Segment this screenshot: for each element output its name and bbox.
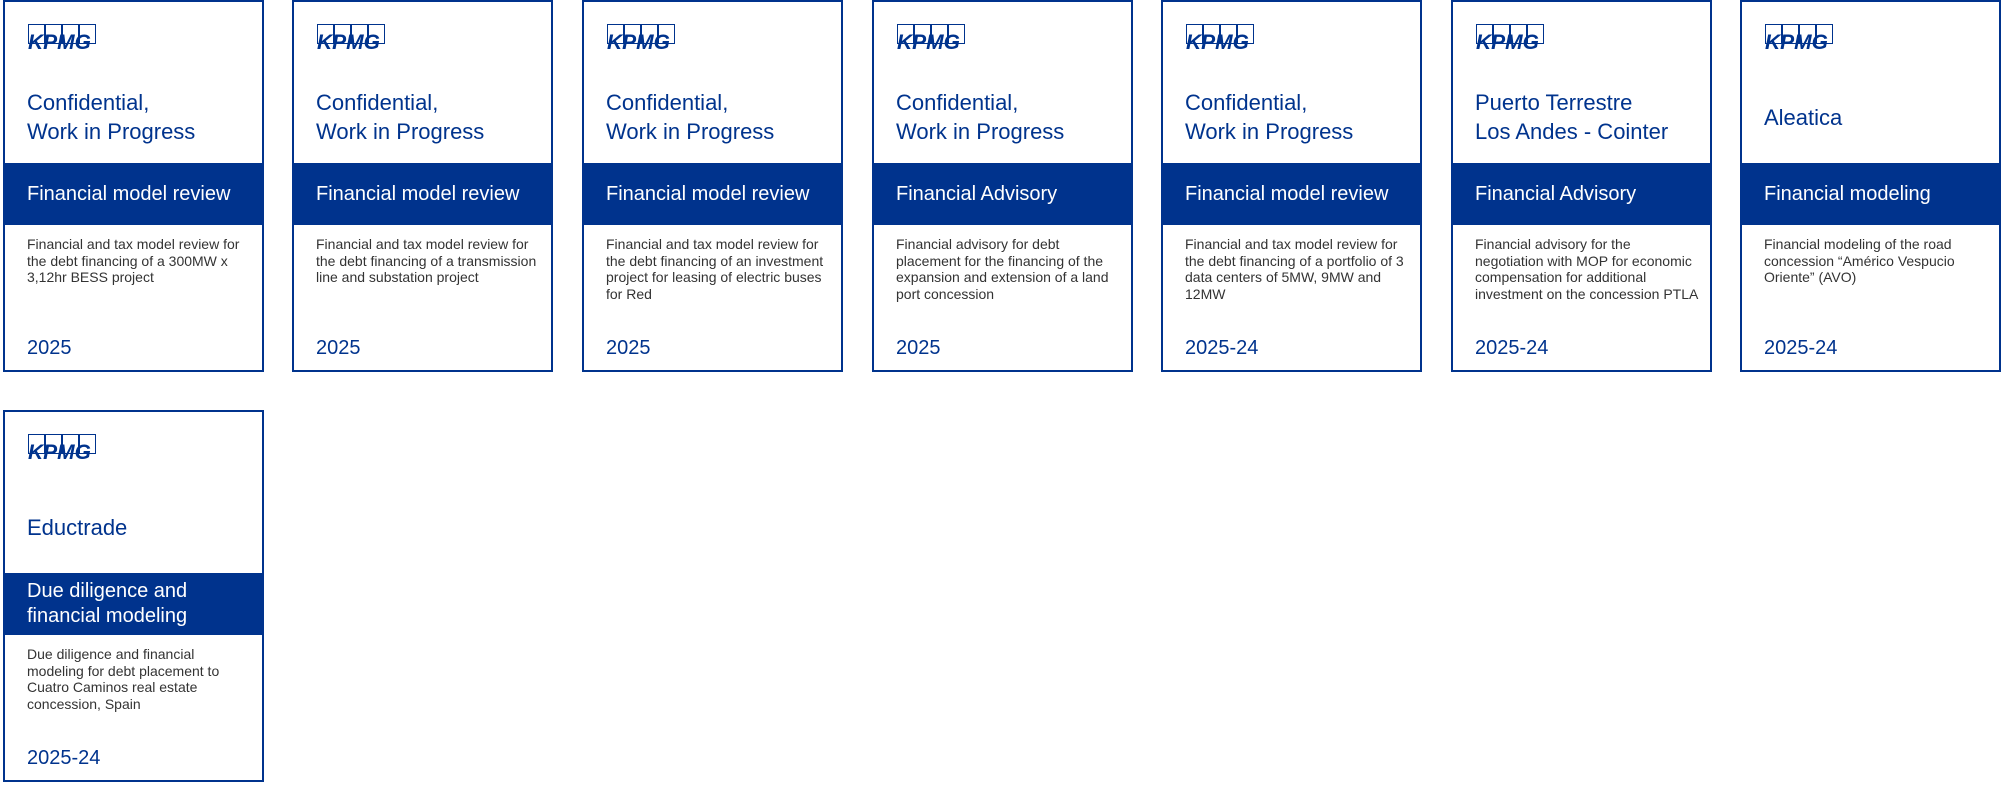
credential-card: KPMG Confidential, Work in Progress Fina… <box>1161 0 1422 372</box>
kpmg-wordmark: KPMG <box>28 441 91 464</box>
project-description: Financial and tax model review for the d… <box>316 236 537 285</box>
kpmg-wordmark: KPMG <box>1765 31 1828 54</box>
client-name: Eductrade <box>27 514 128 540</box>
client-name: Confidential, Work in Progress <box>316 90 485 144</box>
service-banner: Financial modeling <box>1742 163 1999 225</box>
project-year: 2025-24 <box>1764 337 1838 359</box>
project-year: 2025 <box>896 337 941 359</box>
project-year: 2025 <box>606 337 651 359</box>
credential-card: KPMG Confidential, Work in Progress Fina… <box>3 0 264 372</box>
service-banner: Financial model review <box>584 163 841 225</box>
kpmg-logo: KPMG <box>28 432 104 470</box>
service-banner: Financial model review <box>5 163 262 225</box>
credential-card: KPMG Confidential, Work in Progress Fina… <box>872 0 1133 372</box>
project-year: 2025-24 <box>1185 337 1259 359</box>
kpmg-wordmark: KPMG <box>1476 31 1539 54</box>
kpmg-wordmark: KPMG <box>607 31 670 54</box>
service-banner: Financial Advisory <box>874 163 1131 225</box>
project-description: Financial advisory for debt placement fo… <box>896 236 1109 302</box>
client-name: Confidential, Work in Progress <box>1185 90 1354 144</box>
kpmg-wordmark: KPMG <box>897 31 960 54</box>
project-description: Financial modeling of the road concessio… <box>1764 236 1955 285</box>
kpmg-logo: KPMG <box>28 22 104 60</box>
project-year: 2025 <box>27 337 72 359</box>
project-year: 2025-24 <box>27 747 101 769</box>
project-description: Due diligence and financial modeling for… <box>27 646 220 712</box>
project-description: Financial and tax model review for the d… <box>27 236 240 285</box>
credential-card: KPMG Puerto Terrestre Los Andes - Cointe… <box>1451 0 1712 372</box>
kpmg-wordmark: KPMG <box>28 31 91 54</box>
service-banner: Due diligence and financial modeling <box>5 573 262 635</box>
service-banner: Financial Advisory <box>1453 163 1710 225</box>
project-description: Financial and tax model review for the d… <box>606 236 824 302</box>
credential-card: KPMG Confidential, Work in Progress Fina… <box>582 0 843 372</box>
credentials-grid: KPMG Confidential, Work in Progress Fina… <box>0 0 2005 785</box>
project-year: 2025 <box>316 337 361 359</box>
kpmg-logo: KPMG <box>1186 22 1262 60</box>
kpmg-logo: KPMG <box>897 22 973 60</box>
credential-card: KPMG Confidential, Work in Progress Fina… <box>292 0 553 372</box>
client-name: Puerto Terrestre Los Andes - Cointer <box>1475 90 1669 144</box>
client-name: Confidential, Work in Progress <box>27 90 196 144</box>
kpmg-wordmark: KPMG <box>1186 31 1249 54</box>
credential-card: KPMG Eductrade Due diligence and financi… <box>3 410 264 782</box>
project-year: 2025-24 <box>1475 337 1549 359</box>
project-description: Financial and tax model review for the d… <box>1185 236 1404 302</box>
kpmg-logo: KPMG <box>1476 22 1552 60</box>
kpmg-logo: KPMG <box>317 22 393 60</box>
credential-card: KPMG Aleatica Financial modeling Financi… <box>1740 0 2001 372</box>
client-name: Confidential, Work in Progress <box>896 90 1065 144</box>
kpmg-wordmark: KPMG <box>317 31 380 54</box>
kpmg-logo: KPMG <box>1765 22 1841 60</box>
project-description: Financial advisory for the negotiation w… <box>1475 236 1699 302</box>
service-banner: Financial model review <box>294 163 551 225</box>
client-name: Confidential, Work in Progress <box>606 90 775 144</box>
service-banner: Financial model review <box>1163 163 1420 225</box>
kpmg-logo: KPMG <box>607 22 683 60</box>
client-name: Aleatica <box>1764 104 1843 130</box>
